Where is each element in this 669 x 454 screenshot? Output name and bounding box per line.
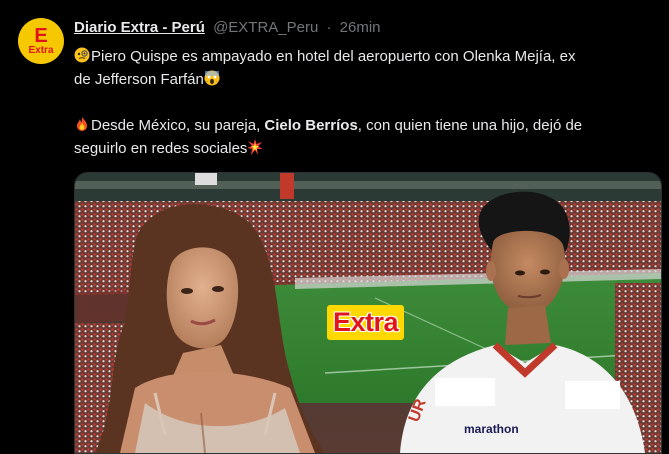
- screaming-face-icon: [204, 70, 220, 86]
- text-line-4: seguirlo en redes sociales: [74, 140, 248, 157]
- avatar-label: Extra: [28, 44, 54, 56]
- brand-watermark: Extra: [327, 305, 405, 340]
- tweet-text: Piero Quispe es ampayado en hotel del ae…: [74, 45, 664, 160]
- fire-icon: [77, 117, 87, 131]
- text-line-3-start: Desde México, su pareja,: [91, 117, 265, 134]
- collision-icon: [247, 139, 264, 155]
- timestamp[interactable]: 26min: [340, 19, 381, 36]
- tweet-image[interactable]: UR Extra marathon: [74, 172, 662, 454]
- censor-box-left: [435, 378, 495, 406]
- monocle-face-icon: [74, 47, 90, 63]
- jersey-sponsor: marathon: [464, 422, 519, 436]
- separator: ·: [326, 19, 332, 36]
- tweet-header: Diario Extra - Perú @EXTRA_Peru · 26min: [74, 19, 381, 36]
- author-handle[interactable]: @EXTRA_Peru: [213, 19, 318, 36]
- mention-name: Cielo Berríos: [264, 117, 358, 134]
- avatar-letter: E: [34, 24, 48, 47]
- avatar[interactable]: E Extra: [18, 18, 64, 64]
- author-name[interactable]: Diario Extra - Perú: [74, 19, 205, 36]
- text-line-2: de Jefferson Farfán: [74, 71, 204, 88]
- text-line-3-end: , con quien tiene una hijo, dejó de: [357, 117, 583, 134]
- censor-box-right: [565, 381, 620, 409]
- text-line-1: Piero Quispe es ampayado en hotel del ae…: [91, 48, 576, 65]
